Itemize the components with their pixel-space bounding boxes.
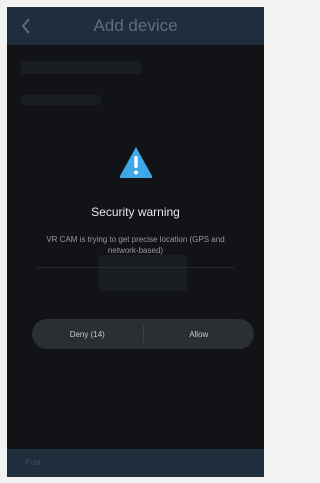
background-row: [21, 95, 101, 105]
allow-button[interactable]: Allow: [144, 319, 255, 349]
dialog-title: Security warning: [91, 205, 180, 219]
background-row: [21, 61, 141, 74]
page-title: Add device: [93, 16, 178, 35]
divider: [37, 267, 234, 268]
app-header: Add device: [7, 7, 264, 45]
bottom-bar: Post: [7, 449, 264, 477]
dialog-message: VR CAM is trying to get precise location…: [46, 235, 225, 255]
warning-triangle-icon: [119, 147, 153, 178]
dialog-button-bar: Deny (14) Allow: [32, 319, 254, 349]
phone-screen: Add device Security warning VR CAM is tr…: [7, 7, 264, 477]
bottom-bar-label[interactable]: Post: [25, 458, 41, 467]
deny-button[interactable]: Deny (14): [32, 319, 143, 349]
permission-dialog: Security warning VR CAM is trying to get…: [27, 145, 244, 285]
